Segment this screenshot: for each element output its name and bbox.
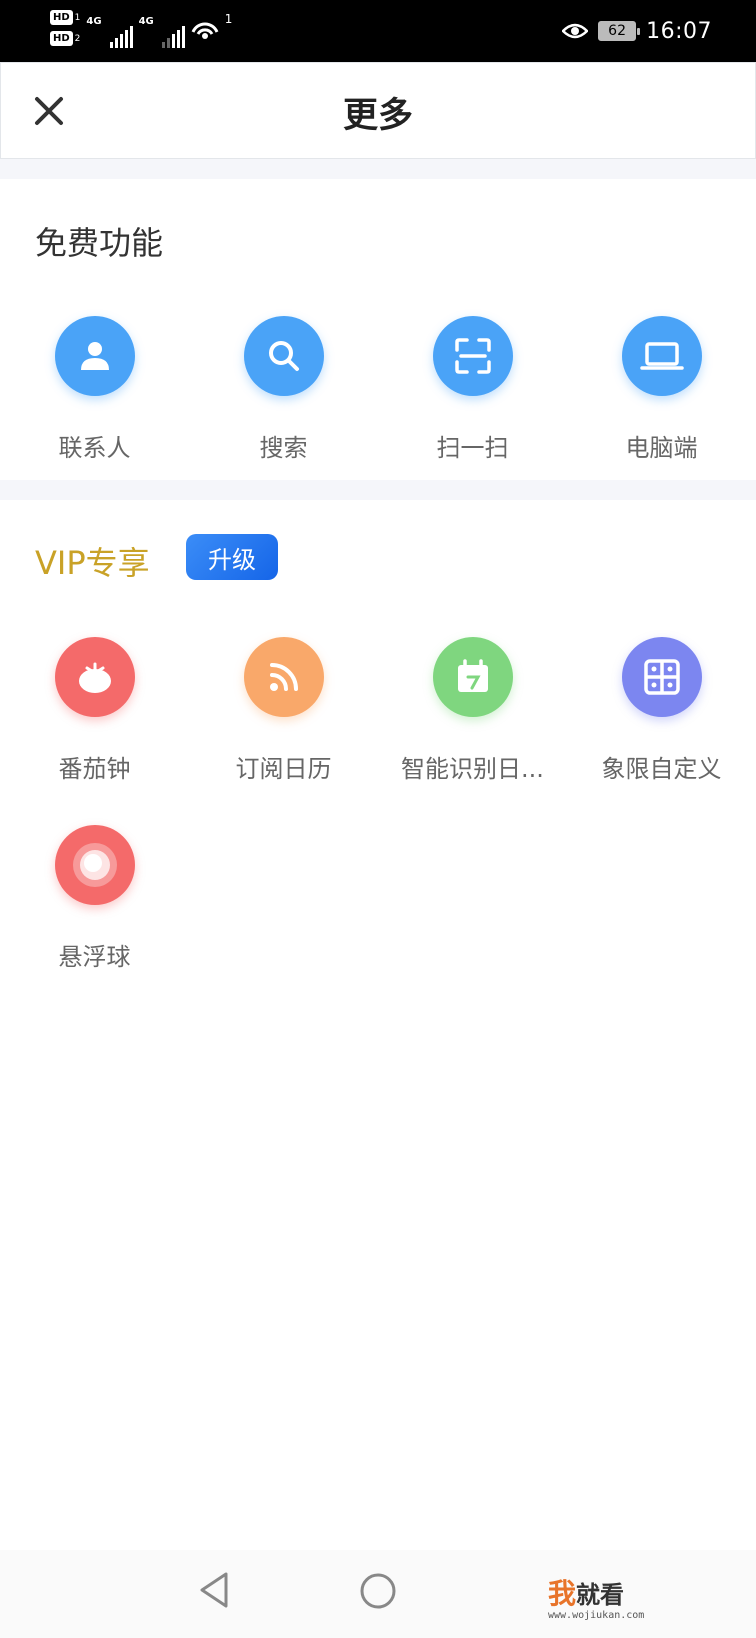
grid-item-scan[interactable]: 扫一扫	[378, 316, 567, 463]
page-title: 更多	[342, 96, 413, 136]
contact-icon	[54, 316, 135, 396]
grid-item-subscribe-calendar[interactable]: 订阅日历	[189, 637, 378, 784]
vip-section-title: VIP专享	[35, 544, 150, 582]
scan-icon	[432, 316, 513, 396]
upgrade-button[interactable]: 升级	[186, 534, 278, 580]
item-label: 联系人	[58, 434, 131, 462]
clock: 16:07	[646, 18, 712, 44]
hd2-row: HD 2	[50, 31, 80, 46]
hd-indicators: HD 1 HD 2	[50, 10, 80, 46]
hd1-badge: HD	[50, 10, 73, 25]
item-label: 扫一扫	[436, 434, 509, 462]
grid-item-contacts[interactable]: 联系人	[0, 316, 189, 463]
section-divider	[0, 480, 756, 500]
grid-item-smart-recognize[interactable]: 智能识别日...	[378, 637, 567, 784]
item-label: 智能识别日...	[401, 755, 544, 783]
search-icon	[243, 316, 324, 396]
signal2-icon	[161, 18, 185, 48]
watermark-url: www.wojiukan.com	[548, 1610, 645, 1621]
item-label: 订阅日历	[235, 755, 332, 783]
section-divider	[0, 159, 756, 179]
signal1-icon	[109, 18, 133, 48]
header: 更多	[0, 62, 756, 159]
system-nav-bar: 我就看 www.wojiukan.com	[0, 1550, 756, 1638]
calendar-icon	[432, 637, 513, 717]
status-bar: HD 1 HD 2 4G 4G 1 62 16:07	[0, 0, 756, 62]
home-circle-icon	[360, 1573, 396, 1609]
hotspot-icon	[191, 22, 219, 39]
network1-label: 4G	[86, 16, 102, 27]
network2-label: 4G	[138, 16, 154, 27]
battery-icon: 62	[598, 21, 641, 41]
watermark: 我就看 www.wojiukan.com	[548, 1572, 644, 1621]
watermark-logo: 我就看	[548, 1572, 644, 1612]
eye-comfort-icon	[562, 23, 589, 39]
status-right: 62 16:07	[562, 0, 712, 62]
nav-home-button[interactable]	[359, 1572, 397, 1614]
floating-ball-icon	[54, 825, 135, 905]
hd1-row: HD 1	[50, 10, 80, 25]
hd2-sub: 2	[74, 33, 81, 44]
item-label: 电脑端	[625, 434, 698, 462]
rss-icon	[243, 637, 324, 717]
item-label: 象限自定义	[601, 755, 722, 783]
hotspot-count: 1	[224, 12, 233, 26]
tomato-icon	[54, 637, 135, 717]
grid-item-search[interactable]: 搜索	[189, 316, 378, 463]
grid-item-floating-ball[interactable]: 悬浮球	[0, 825, 189, 972]
free-section-title: 免费功能	[35, 224, 164, 262]
watermark-rest: 就看	[576, 1581, 625, 1609]
status-left: HD 1 HD 2 4G 4G 1	[50, 10, 232, 56]
screen: HD 1 HD 2 4G 4G 1 62 16:07 更多 免费功能 联系人 搜…	[0, 0, 756, 1638]
item-label: 悬浮球	[58, 943, 131, 971]
grid-item-quadrant[interactable]: 象限自定义	[567, 637, 756, 784]
grid-item-desktop[interactable]: 电脑端	[567, 316, 756, 463]
back-triangle-icon	[200, 1572, 228, 1608]
battery-level: 62	[608, 23, 626, 39]
nav-back-button[interactable]	[196, 1570, 232, 1614]
watermark-char: 我	[548, 1577, 577, 1610]
laptop-icon	[621, 316, 702, 396]
item-label: 搜索	[259, 434, 308, 462]
item-label: 番茄钟	[58, 755, 131, 783]
hd1-sub: 1	[74, 12, 81, 23]
hd2-badge: HD	[50, 31, 73, 46]
quadrant-icon	[621, 637, 702, 717]
grid-item-pomodoro[interactable]: 番茄钟	[0, 637, 189, 784]
